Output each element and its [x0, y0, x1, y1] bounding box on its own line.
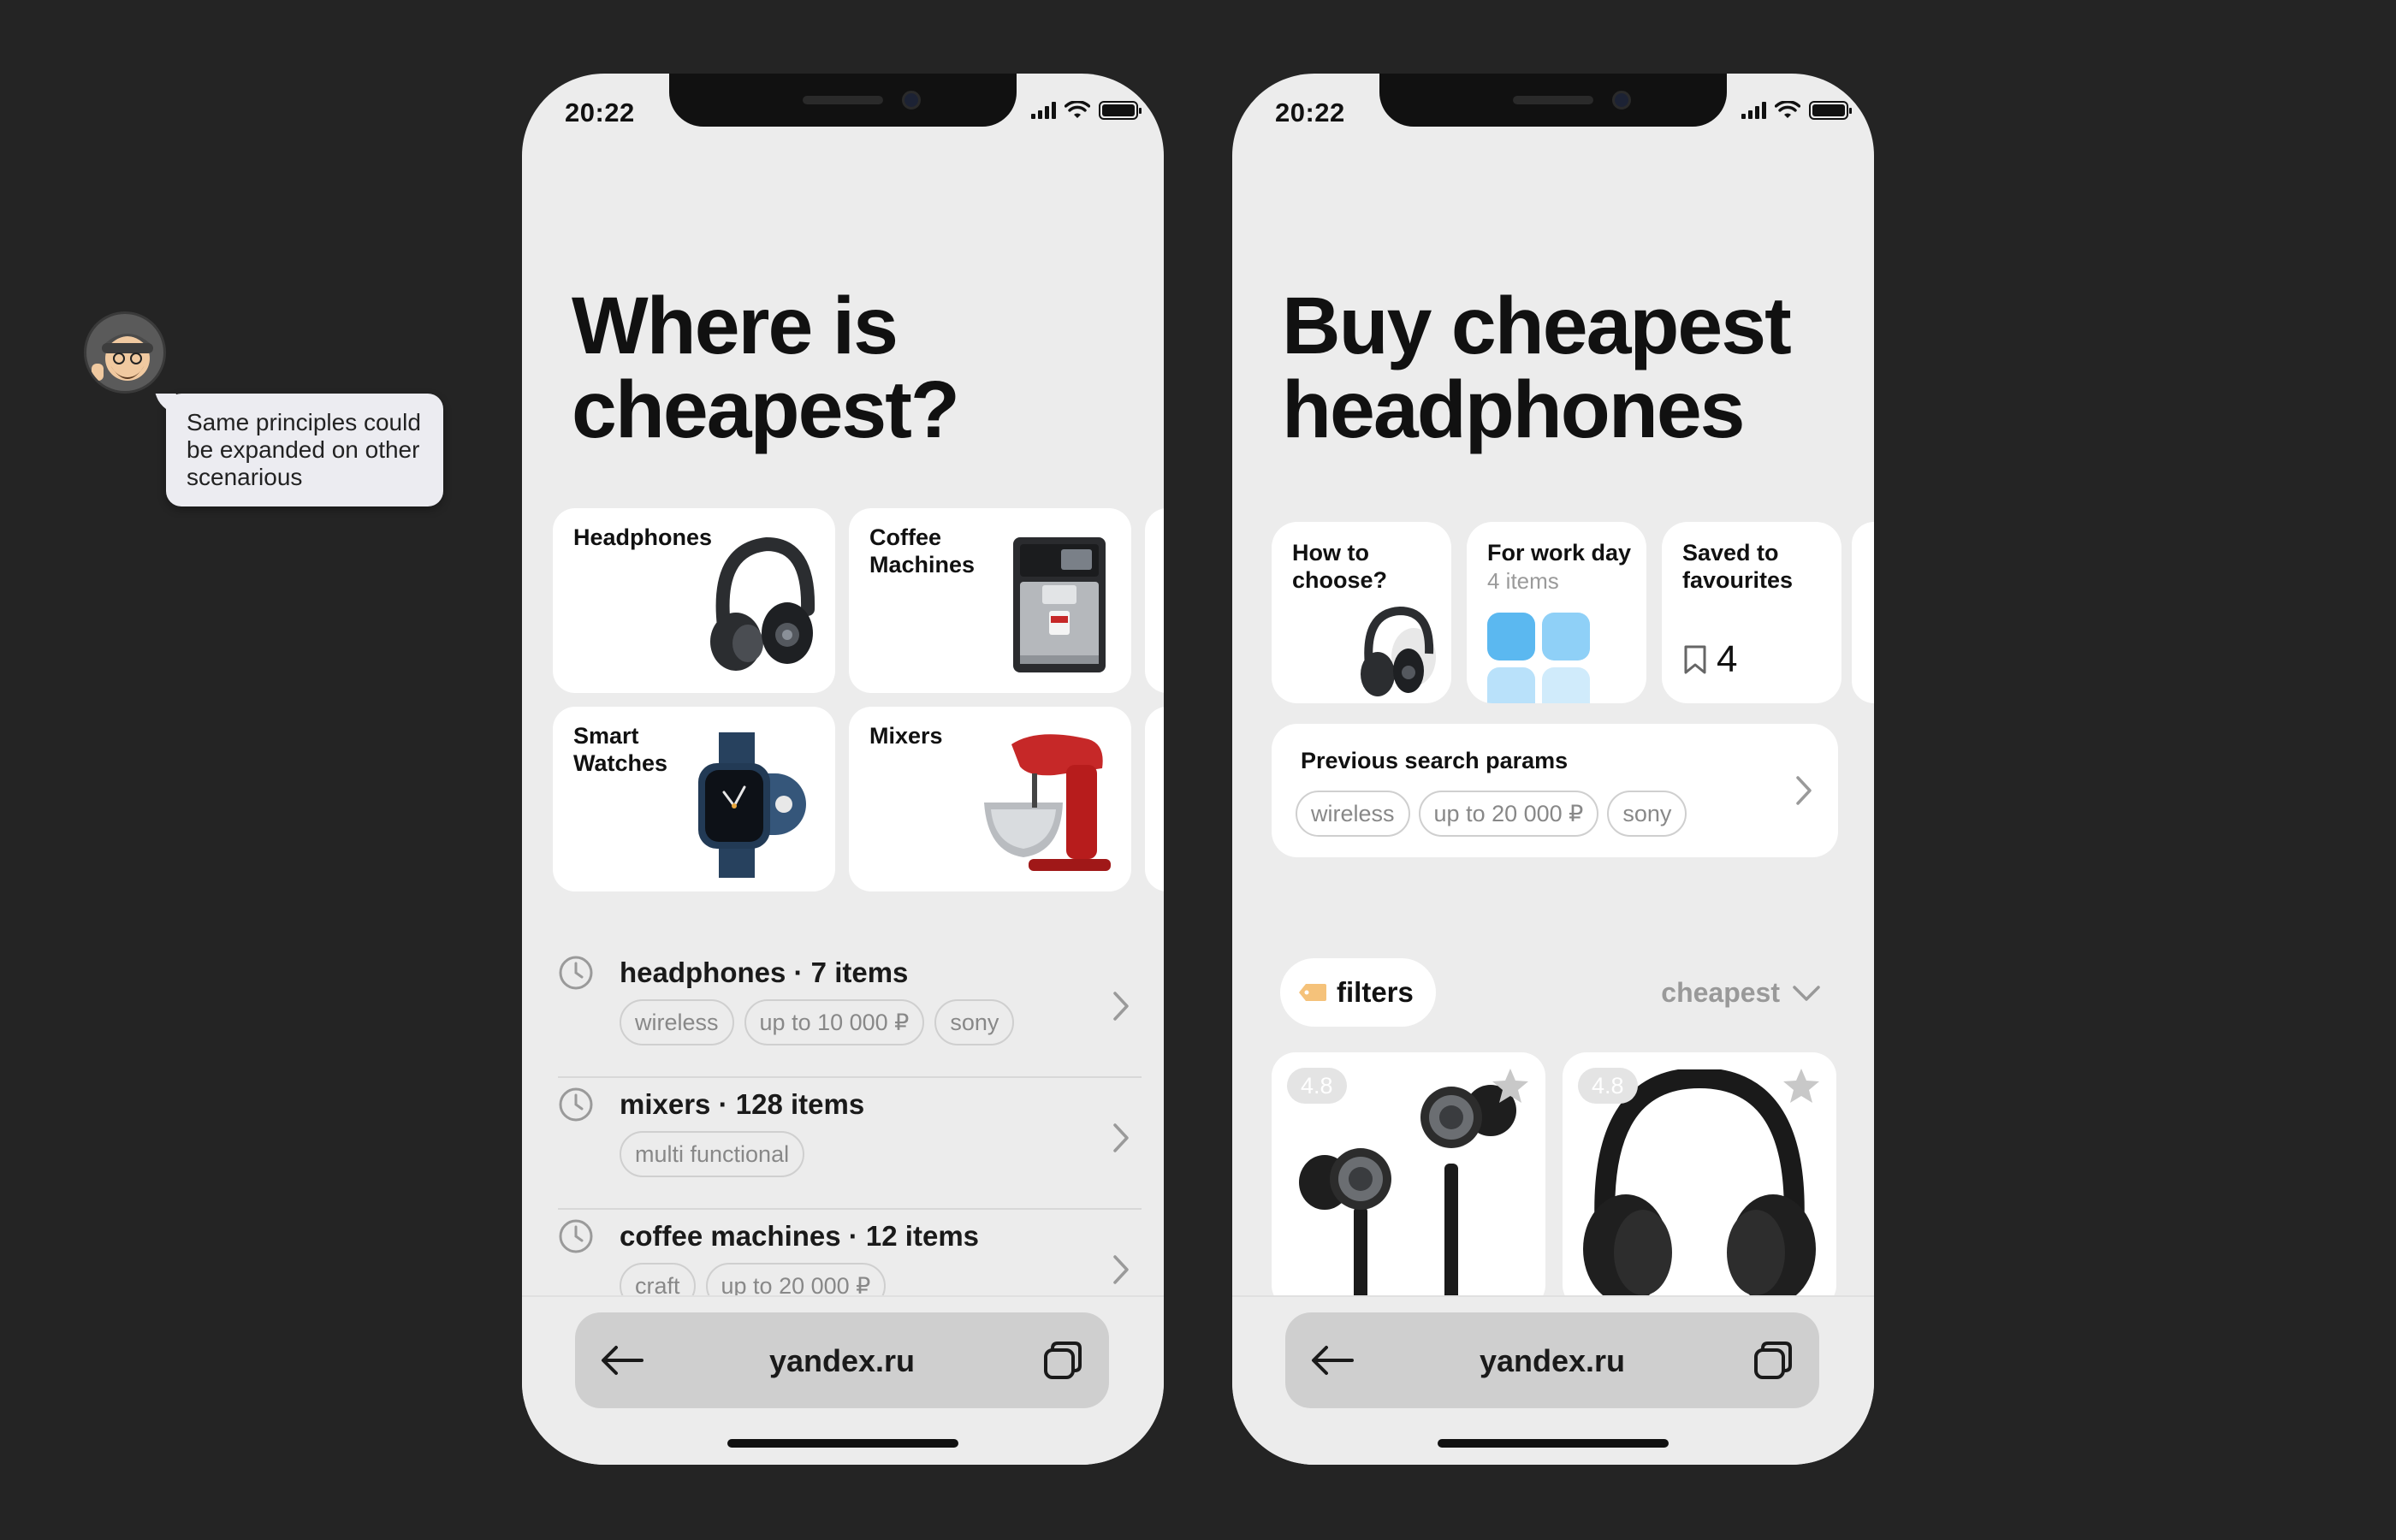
home-indicator: [727, 1439, 958, 1448]
filter-chip[interactable]: multi functional: [620, 1131, 805, 1177]
address-bar[interactable]: yandex.ru: [575, 1312, 1109, 1408]
filter-chip[interactable]: up to 20 000 ₽: [1418, 791, 1599, 837]
rating-badge: 4.8: [1287, 1068, 1347, 1104]
tabs-icon[interactable]: [1753, 1340, 1794, 1381]
tag-icon: [1299, 984, 1326, 1001]
chevron-right-icon: [1796, 776, 1812, 805]
tabs-icon[interactable]: [1042, 1340, 1083, 1381]
bookmark-icon: [1684, 645, 1706, 674]
favourite-star-icon[interactable]: [1782, 1066, 1821, 1105]
status-icons: [1741, 101, 1852, 120]
home-indicator: [1438, 1439, 1669, 1448]
category-card-mixers[interactable]: Mixers: [849, 707, 1131, 891]
commenter-avatar[interactable]: [84, 311, 166, 394]
saved-to-favourites-card[interactable]: Saved to favourites 4: [1662, 522, 1841, 703]
how-to-choose-card[interactable]: How to choose?: [1272, 522, 1451, 703]
card-label: How to choose?: [1292, 540, 1388, 593]
clock-icon: [559, 1219, 593, 1253]
browser-bottom-bar: yandex.ru: [1232, 1295, 1874, 1465]
product-card-earbuds[interactable]: 4.8: [1272, 1052, 1545, 1309]
saved-count: 4: [1682, 638, 1737, 681]
card-label: Previous search params: [1301, 748, 1569, 773]
phone-notch: [1379, 74, 1727, 127]
chevron-right-icon: [1113, 1255, 1129, 1284]
battery-icon: [1099, 101, 1142, 120]
comment-bubble: Same principles could be expanded on oth…: [166, 394, 443, 506]
wifi-icon: [1775, 101, 1800, 118]
coffee-machine-icon: [1013, 537, 1106, 672]
card-label: Saved to favourites: [1682, 540, 1794, 593]
chevron-right-icon: [1113, 992, 1129, 1021]
category-card-smart-watches[interactable]: Smart Watches: [553, 707, 835, 891]
chevron-down-icon: [1793, 985, 1820, 1001]
headphones-icon: [710, 536, 815, 671]
previous-search-chips: wireless up to 20 000 ₽ sony: [1296, 791, 1687, 837]
filter-chip[interactable]: up to 10 000 ₽: [744, 999, 925, 1045]
page-title: Buy cheapest headphones: [1282, 281, 1792, 455]
filters-label: filters: [1337, 976, 1414, 1008]
clock-icon: [559, 1087, 593, 1122]
phone-screen-where-is-cheapest: 20:22 Where is cheapest? Headphones Coff…: [522, 74, 1164, 1465]
history-item-headphones[interactable]: headphones · 7 items wireless up to 10 0…: [558, 955, 1142, 1066]
category-card-headphones[interactable]: Headphones: [553, 508, 835, 693]
filter-chip[interactable]: wireless: [1296, 791, 1410, 837]
list-divider: [558, 1208, 1142, 1210]
mixer-icon: [984, 734, 1111, 871]
address-bar[interactable]: yandex.ru: [1285, 1312, 1819, 1408]
history-title: headphones · 7 items: [620, 957, 909, 988]
smart-watch-icon: [698, 732, 806, 878]
phone-screen-buy-cheapest: 20:22 Buy cheapest headphones How to cho…: [1232, 74, 1874, 1465]
category-label: Headphones: [573, 524, 713, 550]
filter-chip[interactable]: sony: [1607, 791, 1687, 837]
status-time: 20:22: [1275, 98, 1345, 127]
browser-bottom-bar: yandex.ru: [522, 1295, 1164, 1465]
category-label: Coffee Machines: [869, 524, 976, 578]
sort-dropdown[interactable]: cheapest: [1661, 977, 1821, 1009]
history-title: mixers · 128 items: [620, 1088, 865, 1120]
headphones-icon: [1361, 606, 1436, 696]
phone-notch: [669, 74, 1017, 127]
filters-button[interactable]: filters: [1280, 958, 1436, 1027]
signal-icon: [1741, 102, 1766, 119]
battery-icon: [1809, 101, 1852, 120]
sort-label: cheapest: [1661, 977, 1780, 1008]
category-card-peek[interactable]: [1145, 508, 1164, 693]
url-text: yandex.ru: [768, 1343, 916, 1378]
filter-chip[interactable]: sony: [934, 999, 1015, 1045]
status-icons: [1031, 101, 1142, 120]
status-time: 20:22: [565, 98, 635, 127]
comment-text: Same principles could be expanded on oth…: [187, 409, 421, 490]
product-card-headphones[interactable]: 4.8: [1563, 1052, 1836, 1309]
category-card-peek[interactable]: [1145, 707, 1164, 891]
history-chips: multi functional: [620, 1131, 805, 1177]
signal-icon: [1031, 102, 1056, 119]
card-subtitle: 4 items: [1487, 568, 1559, 594]
info-card-peek[interactable]: [1852, 522, 1874, 703]
list-divider: [558, 1076, 1142, 1078]
for-work-day-card[interactable]: For work day 4 items: [1467, 522, 1646, 703]
favourite-star-icon[interactable]: [1491, 1066, 1530, 1105]
rating-badge: 4.8: [1578, 1068, 1638, 1104]
wifi-icon: [1065, 101, 1090, 118]
category-card-coffee-machines[interactable]: Coffee Machines: [849, 508, 1131, 693]
history-item-mixers[interactable]: mixers · 128 items multi functional: [558, 1087, 1142, 1198]
page-title: Where is cheapest?: [572, 281, 960, 455]
collection-preview-tiles: [1487, 613, 1590, 703]
history-chips: wireless up to 10 000 ₽ sony: [620, 999, 1015, 1045]
history-title: coffee machines · 12 items: [620, 1220, 980, 1252]
url-text: yandex.ru: [1479, 1343, 1626, 1378]
card-label: For work day: [1487, 540, 1632, 566]
filter-chip[interactable]: wireless: [620, 999, 734, 1045]
headphones-icon: [1583, 1069, 1816, 1304]
chevron-right-icon: [1113, 1123, 1129, 1152]
earbuds-icon: [1299, 1085, 1516, 1309]
clock-icon: [559, 956, 593, 990]
previous-search-params-card[interactable]: Previous search params wireless up to 20…: [1272, 724, 1838, 857]
